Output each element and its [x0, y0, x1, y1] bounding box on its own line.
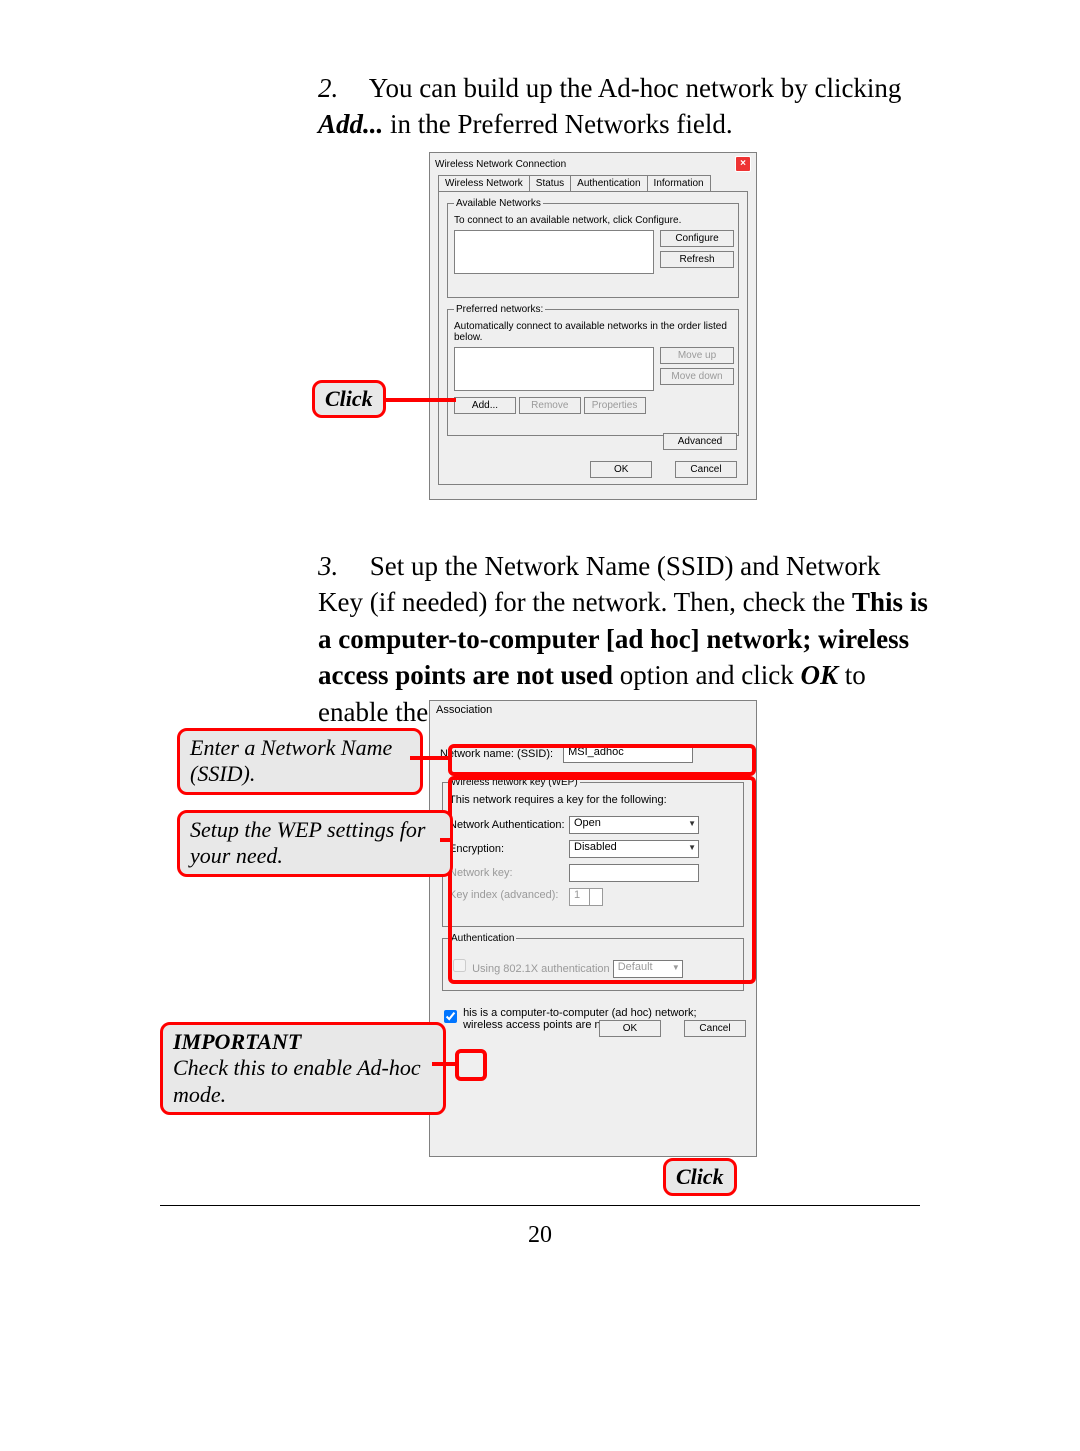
cancel-button-2[interactable]: Cancel [684, 1020, 746, 1037]
tab-status[interactable]: Status [529, 175, 571, 191]
ssid-label: Network name: (SSID): [440, 748, 560, 760]
network-key-input [569, 864, 699, 882]
properties-button: Properties [584, 397, 646, 414]
callout-click-add: Click [312, 380, 386, 418]
connector-line [440, 838, 450, 842]
divider [160, 1205, 920, 1206]
network-auth-select[interactable]: Open [569, 816, 699, 834]
moveup-button: Move up [660, 347, 734, 364]
connector-line [386, 398, 456, 402]
ok-button-2[interactable]: OK [599, 1020, 661, 1037]
preferred-networks-group: Preferred networks: Automatically connec… [447, 304, 739, 436]
association-dialog: Association Network name: (SSID): MSI_ad… [429, 700, 757, 1157]
encryption-label: Encryption: [449, 843, 569, 855]
8021x-checkbox [453, 959, 466, 972]
adhoc-checkbox[interactable] [444, 1010, 457, 1023]
network-key-label: Network key: [449, 867, 569, 879]
dialog2-title: Association [430, 701, 756, 719]
tab-information[interactable]: Information [647, 175, 711, 191]
advanced-button[interactable]: Advanced [663, 433, 737, 450]
preferred-networks-list[interactable] [454, 347, 654, 391]
callout-ssid: Enter a Network Name (SSID). [177, 728, 423, 795]
authentication-group: Authentication Using 802.1X authenticati… [442, 933, 744, 991]
cancel-button[interactable]: Cancel [675, 461, 737, 478]
8021x-select: Default [613, 960, 683, 978]
close-icon[interactable]: × [735, 156, 751, 172]
tab-authentication[interactable]: Authentication [570, 175, 647, 191]
connector-line [410, 756, 448, 760]
add-button[interactable]: Add... [454, 397, 516, 414]
wireless-network-dialog: Wireless Network Connection × Wireless N… [429, 152, 757, 500]
remove-button: Remove [519, 397, 581, 414]
ssid-input[interactable]: MSI_adhoc [563, 745, 693, 763]
configure-button[interactable]: Configure [660, 230, 734, 247]
dialog-title: Wireless Network Connection [435, 159, 566, 170]
step-2-text: 2. You can build up the Ad-hoc network b… [318, 70, 928, 143]
refresh-button[interactable]: Refresh [660, 251, 734, 268]
key-index-spinner: 1 [569, 888, 603, 906]
callout-important: IMPORTANT Check this to enable Ad-hoc mo… [160, 1022, 446, 1115]
tab-wireless-network[interactable]: Wireless Network [438, 175, 530, 191]
key-index-label: Key index (advanced): [449, 889, 569, 901]
ok-button[interactable]: OK [590, 461, 652, 478]
wep-group: Wireless network key (WEP) This network … [442, 777, 744, 927]
network-auth-label: Network Authentication: [449, 819, 569, 831]
encryption-select[interactable]: Disabled [569, 840, 699, 858]
available-networks-group: Available Networks To connect to an avai… [447, 198, 739, 298]
available-networks-list[interactable] [454, 230, 654, 274]
connector-line [432, 1062, 456, 1066]
callout-wep: Setup the WEP settings for your need. [177, 810, 453, 877]
movedown-button: Move down [660, 368, 734, 385]
page-number: 20 [0, 1222, 1080, 1249]
callout-click-ok: Click [663, 1158, 737, 1196]
